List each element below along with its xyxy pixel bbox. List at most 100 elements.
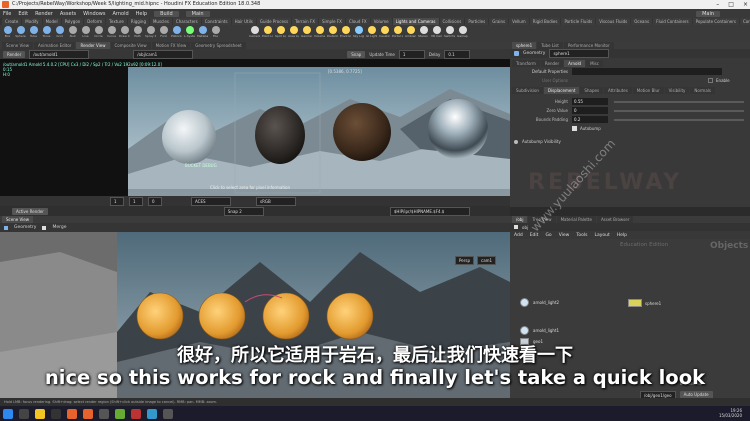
network-path[interactable]: obj: [522, 225, 528, 230]
app-icon-1[interactable]: [51, 408, 61, 419]
shelf-tool-button[interactable]: VR Camera: [431, 26, 442, 41]
snap-field[interactable]: Snap 2: [223, 206, 264, 216]
shelf-tool-button[interactable]: GI Light: [366, 26, 377, 41]
menu-arnold[interactable]: Arnold: [112, 11, 128, 17]
app-icon-3[interactable]: [115, 408, 125, 419]
frame-field-a[interactable]: 1: [110, 196, 124, 206]
tab-animation-editor[interactable]: Animation Editor: [33, 42, 76, 49]
menu-windows[interactable]: Windows: [83, 11, 105, 17]
render-view[interactable]: [0.5386, 0.7725] BUCKET DEBUG /out/arnol…: [0, 59, 510, 196]
net-menu-add[interactable]: Add: [514, 233, 523, 238]
shelf-tab[interactable]: Cloud FX: [345, 18, 370, 25]
shelf-tool-button[interactable]: Sphere: [15, 26, 26, 41]
shelf-tool-button[interactable]: Point Light: [262, 26, 273, 41]
shelf-tool-button[interactable]: Curve: [106, 26, 117, 41]
frame-field-c[interactable]: 0: [148, 196, 162, 206]
active-render-tab[interactable]: Active Render: [12, 207, 48, 215]
camera-field[interactable]: /obj/cam1: [133, 49, 194, 59]
tab-subdivision[interactable]: Subdivision: [512, 87, 543, 94]
tab-arnold[interactable]: Arnold: [564, 60, 586, 67]
tab-motion-fx-view[interactable]: Motion FX View: [151, 42, 191, 49]
tab-scene-view-lower[interactable]: Scene View: [2, 216, 33, 223]
param-height-slider[interactable]: [614, 100, 744, 103]
shelf-tool-button[interactable]: Ambient Light: [405, 26, 416, 41]
node-arnold-light2[interactable]: arnold_light2: [520, 298, 559, 307]
shelf-tool-button[interactable]: Tube: [28, 26, 39, 41]
tab-transform[interactable]: Transform: [512, 60, 540, 67]
tab-visibility[interactable]: Visibility: [664, 87, 690, 94]
shelf-tab[interactable]: Vellum: [509, 18, 529, 25]
minimize-icon[interactable]: –: [716, 0, 719, 9]
cam-dropdown[interactable]: cam1: [477, 256, 497, 265]
shelf-tool-button[interactable]: Grid: [54, 26, 65, 41]
tab-render[interactable]: Render: [540, 60, 564, 67]
shelf-tab[interactable]: Terrain FX: [292, 18, 318, 25]
shelf-tool-button[interactable]: Torus: [41, 26, 52, 41]
menu-help[interactable]: Help: [136, 11, 147, 17]
menu-file[interactable]: File: [3, 11, 11, 17]
param-zero-field[interactable]: 0: [572, 107, 608, 114]
shelf-tab[interactable]: Oceans: [631, 18, 653, 25]
tab-render-view[interactable]: Render View: [76, 42, 110, 49]
tab-performance-monitor[interactable]: Performance Monitor: [563, 42, 614, 49]
tab-shapes[interactable]: Shapes: [580, 87, 604, 94]
shelf-tool-button[interactable]: Spot Light: [275, 26, 286, 41]
path-geometry[interactable]: Geometry: [14, 225, 36, 230]
tab-scene-view[interactable]: Scene View: [2, 42, 33, 49]
delay-field[interactable]: 0.1: [444, 49, 471, 59]
shelf-tab[interactable]: Rigid Bodies: [529, 18, 561, 25]
display-field[interactable]: sRGB: [256, 196, 296, 206]
autobump-checkbox[interactable]: [572, 126, 577, 131]
menu-assets[interactable]: Assets: [60, 11, 76, 17]
shelf-tool-button[interactable]: Circle: [93, 26, 104, 41]
shelf-tool-button[interactable]: Area Light: [288, 26, 299, 41]
param-zero-slider[interactable]: [614, 109, 744, 112]
tab-obj[interactable]: /obj: [512, 216, 528, 223]
shelf-tool-button[interactable]: Font: [158, 26, 169, 41]
shelf-tab[interactable]: Container Tools: [739, 18, 750, 25]
main-selector-right[interactable]: Main: [696, 10, 720, 17]
shelf-tab[interactable]: Create: [2, 18, 22, 25]
node-sphere1[interactable]: sphere1: [628, 299, 661, 307]
shelf-tab[interactable]: Constraints: [201, 18, 231, 25]
shelf-tool-button[interactable]: Volume Light: [314, 26, 325, 41]
shelf-tab[interactable]: Simple FX: [318, 18, 345, 25]
shelf-tool-button[interactable]: Portal Light: [392, 26, 403, 41]
param-height-field[interactable]: 0.55: [572, 98, 608, 105]
shelf-tab[interactable]: Muscles: [149, 18, 172, 25]
shelf-tool-button[interactable]: Spray Paint: [145, 26, 156, 41]
shelf-tool-button[interactable]: Sky Light: [353, 26, 364, 41]
shelf-tab[interactable]: Guide Process: [256, 18, 292, 25]
tab-displacement[interactable]: Displacement: [543, 87, 580, 94]
tab-motion-blur[interactable]: Motion Blur: [632, 87, 664, 94]
persp-dropdown[interactable]: Persp: [455, 256, 474, 265]
tab-material-palette[interactable]: Material Palette: [556, 216, 596, 223]
node-name-field[interactable]: sphere1: [549, 49, 610, 58]
shelf-tab[interactable]: Viscous Fluids: [596, 18, 631, 25]
tab-normals[interactable]: Normals: [690, 87, 715, 94]
menu-render[interactable]: Render: [35, 11, 53, 17]
shelf-tab[interactable]: Particle Fluids: [561, 18, 596, 25]
app-icon-4[interactable]: [131, 408, 141, 419]
frame-field-b[interactable]: 1: [129, 196, 143, 206]
app-icon-6[interactable]: [163, 408, 173, 419]
houdini-taskbar-icon[interactable]: [67, 408, 77, 419]
shelf-tab[interactable]: Collisions: [439, 18, 465, 25]
shelf-tab[interactable]: Rigging: [127, 18, 149, 25]
desktop-selector[interactable]: Build: [154, 10, 179, 17]
shelf-tool-button[interactable]: Platonic Solids: [171, 26, 182, 41]
shelf-tool-button[interactable]: L-System: [184, 26, 195, 41]
explorer-icon[interactable]: [35, 408, 45, 419]
render-button[interactable]: Render: [3, 50, 26, 58]
shelf-tool-button[interactable]: Geometry Light: [301, 26, 312, 41]
shelf-tab[interactable]: Deform: [84, 18, 106, 25]
shelf-tool-button[interactable]: Caustic Light: [379, 26, 390, 41]
shelf-tool-button[interactable]: Metaball: [197, 26, 208, 41]
houdini-taskbar-icon-2[interactable]: [83, 408, 93, 419]
tab-geometry-spreadsheet[interactable]: Geometry Spreadsheet: [191, 42, 246, 49]
close-icon[interactable]: ×: [743, 0, 748, 9]
default-properties-field[interactable]: [572, 68, 722, 75]
shelf-tool-button[interactable]: File: [210, 26, 221, 41]
colorspace-field[interactable]: ACES: [191, 196, 231, 206]
param-padding-field[interactable]: 0.2: [572, 116, 608, 123]
